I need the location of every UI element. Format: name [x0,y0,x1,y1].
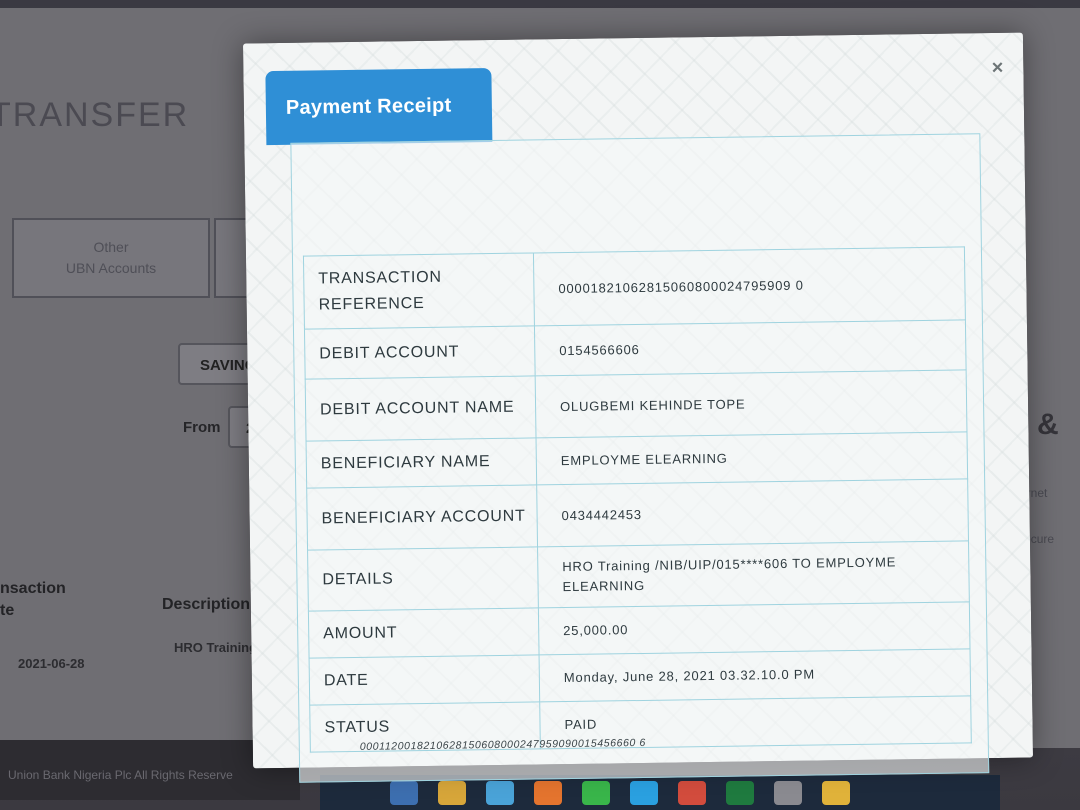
table-row: DEBIT ACCOUNT 0154566606 [304,319,967,380]
label-transaction-reference: TRANSACTION REFERENCE [303,252,535,330]
from-label: From [183,419,221,436]
value-beneficiary-name: EMPLOYME ELEARNING [536,431,968,485]
value-debit-account-name: OLUGBEMI KEHINDE TOPE [535,369,967,438]
chrome-icon[interactable] [822,780,850,805]
app-icon[interactable] [678,780,706,805]
tab-other-accounts[interactable]: Other UBN Accounts [12,218,210,298]
column-header-transaction-date: nsaction te [0,580,66,619]
page-title: TRANSFER [0,96,190,134]
table-row: DEBIT ACCOUNT NAME OLUGBEMI KEHINDE TOPE [305,369,967,442]
payment-receipt-modal: × Payment Receipt TRANSACTION REFERENCE … [242,32,1034,783]
windows-icon[interactable] [390,780,418,805]
label-details: DETAILS [307,546,539,612]
receipt-footer-code: 0001120018210628150608000247959090015456… [359,736,646,753]
tab-other-accounts-label: Other UBN Accounts [65,239,157,276]
table-row: DETAILS HRO Training /NIB/UIP/015****606… [307,540,970,612]
receipt-box: TRANSACTION REFERENCE 000018210628150608… [290,133,990,783]
row-date: 2021-06-28 [18,656,85,671]
telegram-icon[interactable] [630,780,658,805]
photos-icon[interactable] [774,780,802,805]
value-transaction-reference: 00001821062815060800024795909 0 [533,246,966,326]
close-icon[interactable]: × [992,57,1004,80]
value-beneficiary-account: 0434442453 [536,478,969,547]
value-amount: 25,000.00 [538,601,971,655]
receipt-table: TRANSACTION REFERENCE 000018210628150608… [303,246,972,753]
column-header-description: Description [162,596,251,613]
label-debit-account: DEBIT ACCOUNT [304,325,536,380]
label-amount: AMOUNT [308,607,540,659]
table-row: TRANSACTION REFERENCE 000018210628150608… [303,246,966,330]
value-debit-account: 0154566606 [534,319,967,376]
label-beneficiary-account: BENEFICIARY ACCOUNT [306,484,538,551]
folder-icon[interactable] [438,780,466,805]
label-date: DATE [309,654,540,706]
screen: TRANSFER Other UBN Accounts SAVING From … [0,0,1080,810]
table-row: BENEFICIARY ACCOUNT 0434442453 [306,478,969,551]
edge-icon[interactable] [486,780,514,805]
whatsapp-icon[interactable] [582,780,610,805]
excel-icon[interactable] [726,780,754,805]
label-beneficiary-name: BENEFICIARY NAME [306,437,537,489]
tab-payment-receipt[interactable]: Payment Receipt [265,68,493,146]
label-debit-account-name: DEBIT ACCOUNT NAME [305,375,537,442]
value-details: HRO Training /NIB/UIP/015****606 TO EMPL… [537,540,970,608]
firefox-icon[interactable] [534,780,562,805]
value-date: Monday, June 28, 2021 03.32.10.0 PM [539,648,971,702]
